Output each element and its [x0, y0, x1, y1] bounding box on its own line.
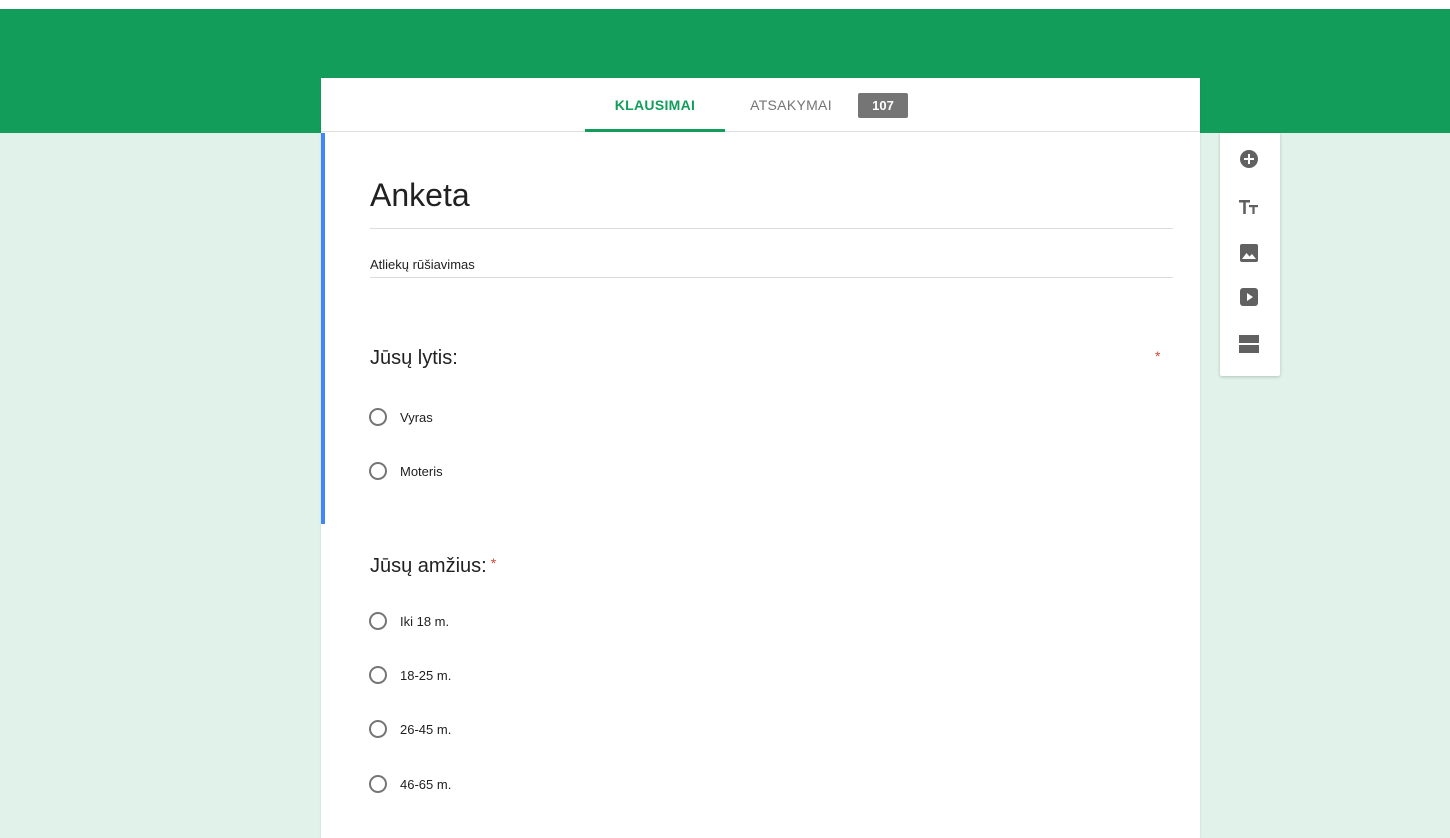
title-text-icon — [1239, 199, 1259, 220]
option-label: Vyras — [400, 409, 433, 425]
question-title-gender[interactable]: Jūsų lytis: — [370, 347, 458, 370]
option-18-25[interactable]: 18-25 m. — [369, 663, 451, 687]
responses-count-badge[interactable]: 107 — [858, 93, 908, 118]
tab-questions[interactable]: KLAUSIMAI — [585, 78, 725, 132]
option-label: Iki 18 m. — [400, 613, 450, 629]
option-label: Moteris — [400, 463, 443, 479]
question-title-text: Jūsų lytis: — [370, 347, 458, 369]
tab-responses[interactable]: ATSAKYMAI — [741, 78, 841, 132]
option-moteris[interactable]: Moteris — [369, 459, 443, 483]
question-title-text: Jūsų amžius: — [370, 555, 487, 577]
question-title-age[interactable]: Jūsų amžius: * — [370, 555, 496, 578]
option-vyras[interactable]: Vyras — [369, 405, 433, 429]
required-asterisk: * — [1155, 348, 1161, 364]
image-icon — [1240, 243, 1258, 267]
top-strip — [0, 0, 1450, 9]
option-label: 26-45 m. — [400, 721, 452, 737]
option-26-45[interactable]: 26-45 m. — [369, 717, 451, 741]
option-iki-18[interactable]: Iki 18 m. — [369, 609, 449, 633]
form-description[interactable]: Atliekų rūšiavimas — [370, 257, 1173, 278]
option-label: 18-25 m. — [400, 667, 452, 683]
floating-toolbar — [1220, 133, 1280, 376]
option-label: 46-65 m. — [400, 776, 452, 792]
add-section-button[interactable] — [1236, 333, 1262, 359]
form-title[interactable]: Anketa — [370, 177, 1173, 229]
radio-button[interactable] — [369, 408, 387, 426]
tab-bar: KLAUSIMAI ATSAKYMAI 107 — [321, 78, 1200, 132]
tab-active-underline — [585, 129, 725, 132]
active-section-indicator — [321, 133, 325, 524]
video-icon — [1240, 287, 1258, 311]
required-asterisk: * — [490, 555, 497, 571]
section-icon — [1239, 334, 1259, 358]
option-46-65[interactable]: 46-65 m. — [369, 772, 451, 796]
radio-button[interactable] — [369, 666, 387, 684]
add-title-button[interactable] — [1236, 196, 1262, 222]
radio-button[interactable] — [369, 720, 387, 738]
radio-button[interactable] — [369, 462, 387, 480]
radio-button[interactable] — [369, 775, 387, 793]
form-card: KLAUSIMAI ATSAKYMAI 107 Anketa Atliekų r… — [321, 78, 1200, 838]
add-video-button[interactable] — [1236, 286, 1262, 312]
radio-button[interactable] — [369, 612, 387, 630]
add-question-button[interactable] — [1236, 148, 1262, 174]
add-image-button[interactable] — [1236, 242, 1262, 268]
add-question-icon — [1240, 149, 1258, 173]
